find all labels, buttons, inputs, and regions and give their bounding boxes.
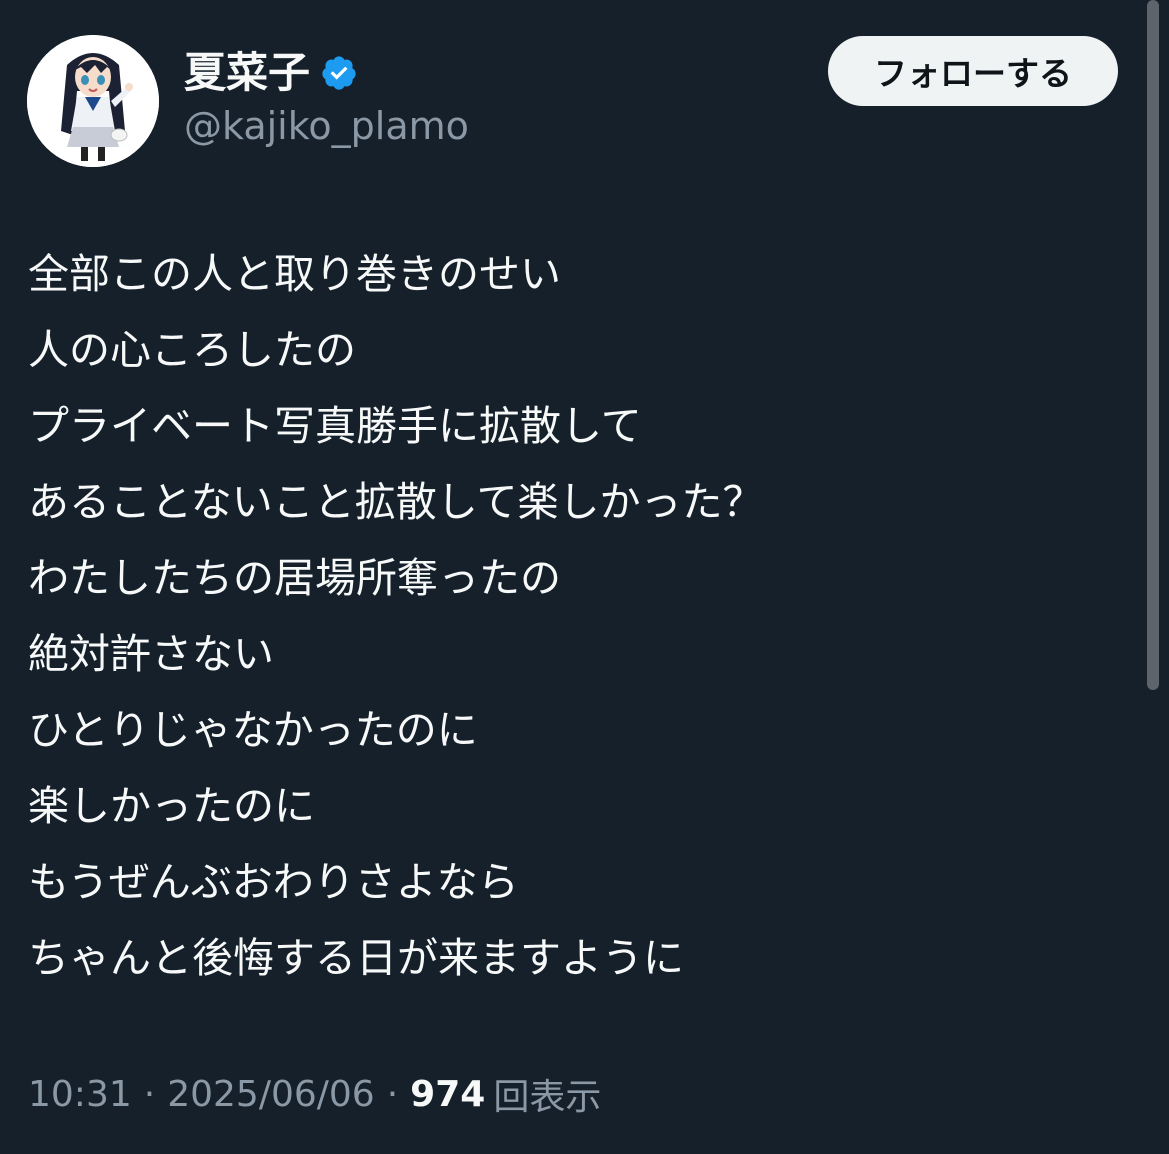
tweet-line: もうぜんぶおわりさよなら <box>28 858 519 906</box>
scrollbar[interactable] <box>1147 0 1159 690</box>
tweet-line: 人の心ころしたの <box>28 326 356 374</box>
display-name[interactable]: 夏菜子 <box>184 52 310 94</box>
tweet-text: 全部この人と取り巻きのせい 人の心ころしたの プライベート写真勝手に拡散して あ… <box>28 236 1128 996</box>
tweet-meta: 10:31 · 2025/06/06 · 974 回表示 <box>28 1068 601 1120</box>
views-count: 974 <box>410 1073 486 1115</box>
views-label: 回表示 <box>493 1077 602 1118</box>
tweet-line: わたしたちの居場所奪ったの <box>28 554 561 602</box>
tweet-line: あることないこと拡散して楽しかった？ <box>28 478 764 526</box>
meta-separator: · <box>143 1073 156 1115</box>
user-handle[interactable]: @kajiko_plamo <box>184 104 469 150</box>
tweet-line: 全部この人と取り巻きのせい <box>28 250 561 298</box>
meta-separator: · <box>386 1073 399 1115</box>
tweet-line: ちゃんと後悔する日が来ますように <box>28 934 684 982</box>
display-name-row[interactable]: 夏菜子 <box>184 44 358 102</box>
tweet-date[interactable]: 2025/06/06 <box>167 1074 375 1115</box>
tweet-line: 絶対許さない <box>28 630 274 678</box>
verified-badge-icon[interactable] <box>320 54 358 92</box>
avatar[interactable] <box>27 35 159 167</box>
tweet-time[interactable]: 10:31 <box>28 1074 132 1115</box>
tweet-line: 楽しかったのに <box>28 782 315 830</box>
follow-button[interactable]: フォローする <box>828 36 1118 106</box>
anime-character-avatar-icon <box>27 35 159 167</box>
tweet-line: プライベート写真勝手に拡散して <box>28 402 642 450</box>
tweet-line: ひとりじゃなかったのに <box>28 706 478 754</box>
